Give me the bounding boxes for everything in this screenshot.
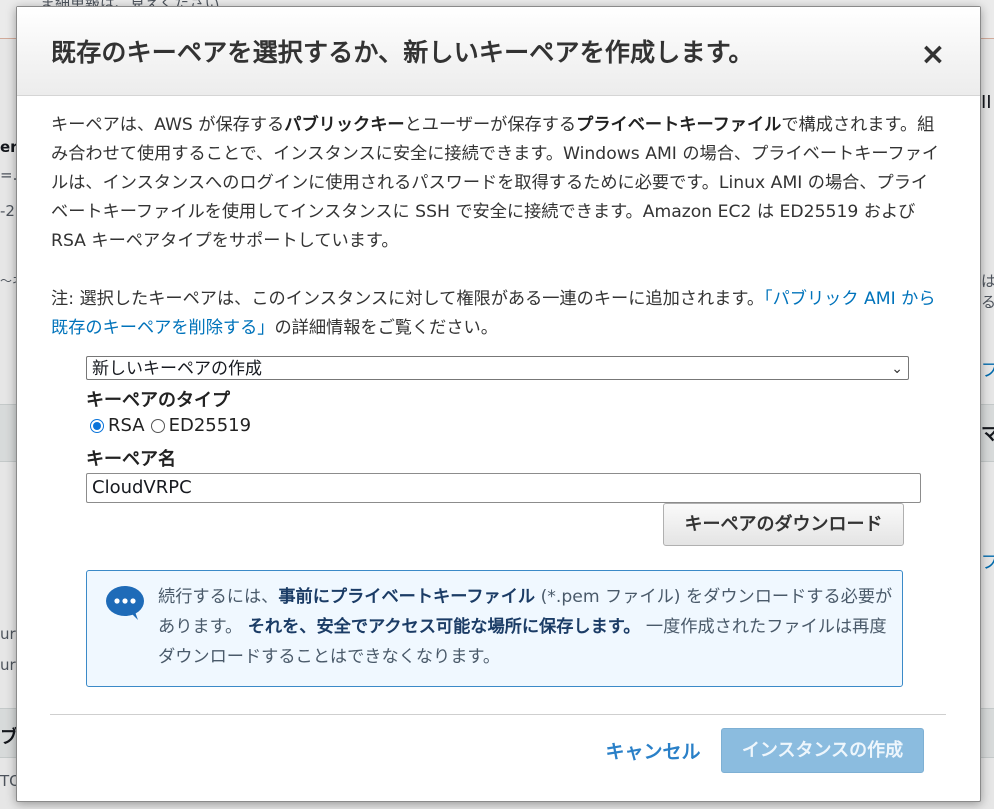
key-type-label: キーペアのタイプ (86, 390, 230, 411)
note-text: 注: 選択したキーペアは、このインスタンスに対して権限がある一連のキーに追加され… (51, 289, 765, 309)
description-text: で構成されます。組み合わせて使用することで、インスタンスに安全に接続できます。W… (51, 115, 940, 251)
footer-divider (50, 714, 946, 715)
note-text: の詳細情報をご覧ください。 (274, 318, 498, 338)
dialog-header: 既存のキーペアを選択するか、新しいキーペアを作成します。 × (17, 7, 980, 96)
ed25519-radio[interactable] (150, 418, 165, 433)
key-type-radio-group: RSA ED25519 (90, 415, 257, 436)
description-bold: パブリックキー (284, 115, 405, 135)
dialog-title: 既存のキーペアを選択するか、新しいキーペアを作成します。 (51, 38, 754, 67)
key-name-label: キーペア名 (86, 449, 176, 470)
rsa-radio-label[interactable]: RSA (108, 415, 145, 436)
ed25519-radio-label[interactable]: ED25519 (169, 415, 252, 436)
description-text: とユーザーが保存する (404, 115, 577, 135)
download-key-pair-button[interactable]: キーペアのダウンロード (663, 503, 904, 546)
cancel-button[interactable]: キャンセル (600, 733, 706, 771)
info-alert: 続行するには、事前にプライベートキーファイル (*.pem ファイル) をダウン… (86, 570, 903, 687)
dialog-note: 注: 選択したキーペアは、このインスタンスに対して権限がある一連のキーに追加され… (51, 285, 941, 343)
info-text-bold: それを、安全でアクセス可能な場所に保存します。 (247, 617, 641, 637)
chevron-down-icon: ⌄ (891, 361, 903, 377)
chat-bubble-icon (106, 586, 144, 620)
key-pair-select[interactable]: 新しいキーペアの作成 ⌄ (86, 356, 909, 380)
info-text: 続行するには、事前にプライベートキーファイル (*.pem ファイル) をダウン… (158, 582, 893, 672)
rsa-radio[interactable] (90, 418, 104, 433)
select-value: 新しいキーペアの作成 (92, 359, 262, 379)
create-instance-button[interactable]: インスタンスの作成 (721, 728, 924, 773)
close-button[interactable]: × (915, 37, 951, 73)
description-text: キーペアは、AWS が保存する (51, 115, 285, 135)
key-name-input[interactable]: CloudVRPC (86, 473, 921, 503)
info-text-part: 続行するには、 (158, 587, 279, 607)
dialog-description: キーペアは、AWS が保存するパブリックキーとユーザーが保存するプライベートキー… (51, 111, 941, 256)
info-text-bold: 事前にプライベートキーファイル (278, 587, 536, 607)
description-bold: プライベートキーファイル (576, 115, 782, 135)
key-pair-dialog: 既存のキーペアを選択するか、新しいキーペアを作成します。 × キーペアは、AWS… (16, 6, 981, 802)
